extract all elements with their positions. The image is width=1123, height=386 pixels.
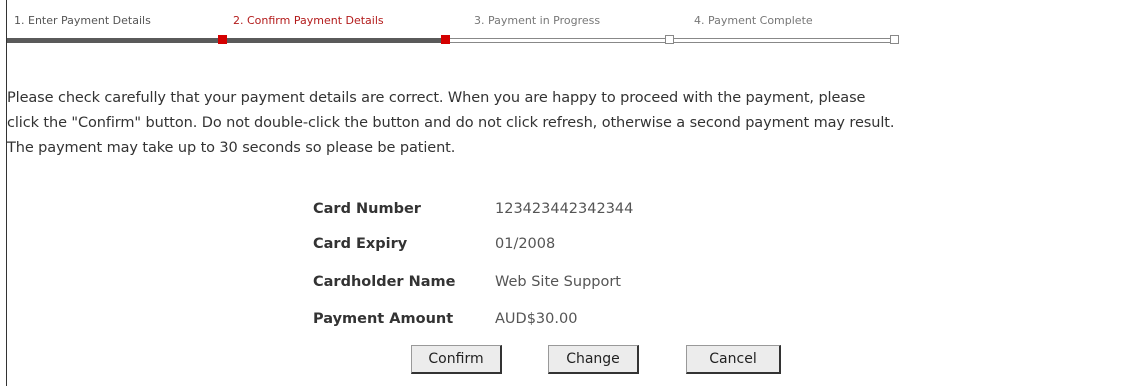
instructions-text: Please check carefully that your payment…	[7, 86, 1119, 161]
step-4-label: 4. Payment Complete	[694, 14, 813, 27]
cardholder-name-value: Web Site Support	[495, 274, 621, 290]
step-3-marker	[665, 35, 674, 44]
confirm-button[interactable]: Confirm	[411, 345, 502, 374]
payment-progress-steps: 1. Enter Payment Details 2. Confirm Paym…	[0, 0, 1123, 50]
card-expiry-value: 01/2008	[495, 236, 556, 252]
step-4-marker	[890, 35, 899, 44]
instructions-line-2: click the "Confirm" button. Do not doubl…	[7, 115, 895, 131]
step-3-label: 3. Payment in Progress	[474, 14, 601, 27]
step-1-label: 1. Enter Payment Details	[14, 14, 151, 27]
payment-amount-value: AUD$30.00	[495, 311, 578, 327]
instructions-line-1: Please check carefully that your payment…	[7, 90, 866, 106]
page-left-border	[6, 0, 7, 386]
change-button[interactable]: Change	[548, 345, 639, 374]
step-2-label: 2. Confirm Payment Details	[233, 14, 384, 27]
cancel-button[interactable]: Cancel	[686, 345, 781, 374]
instructions-line-3: The payment may take up to 30 seconds so…	[7, 140, 456, 156]
card-expiry-label: Card Expiry	[313, 236, 408, 252]
step-1-marker	[218, 35, 227, 44]
cardholder-name-label: Cardholder Name	[313, 274, 456, 290]
card-number-value: 123423442342344	[495, 201, 634, 217]
payment-amount-label: Payment Amount	[313, 311, 454, 327]
step-2-marker	[441, 35, 450, 44]
card-number-label: Card Number	[313, 201, 421, 217]
